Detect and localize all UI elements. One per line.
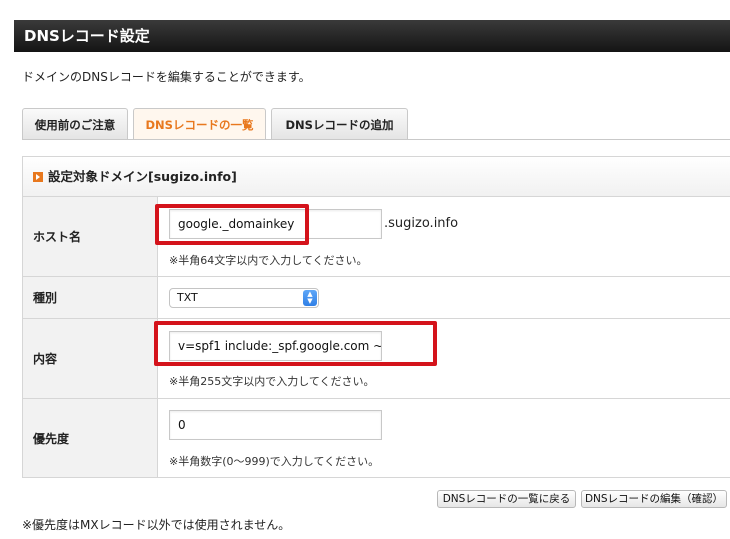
priority-field-cell: 0 ※半角数字(0〜999)で入力してください。	[158, 399, 730, 477]
target-domain-label: 設定対象ドメイン[sugizo.info]	[48, 169, 237, 184]
back-to-list-button[interactable]: DNSレコードの一覧に戻る	[437, 490, 576, 508]
confirm-edit-button[interactable]: DNSレコードの編集（確認）	[581, 490, 727, 508]
content-hint: ※半角255文字以内で入力してください。	[169, 375, 375, 388]
select-stepper-icon: ▲ ▼	[303, 290, 317, 306]
tab-add-record[interactable]: DNSレコードの追加	[271, 108, 408, 140]
host-hint: ※半角64文字以内で入力してください。	[169, 254, 368, 267]
type-label: 種別	[23, 277, 158, 318]
type-row: 種別 TXT ▲ ▼	[23, 277, 730, 319]
panel-title: 設定対象ドメイン[sugizo.info]	[23, 157, 730, 197]
priority-row: 優先度 0 ※半角数字(0〜999)で入力してください。	[23, 399, 730, 477]
type-select-value: TXT	[177, 291, 198, 304]
content-highlight-box	[154, 321, 437, 366]
priority-footnote: ※優先度はMXレコード以外では使用されません。	[22, 518, 291, 532]
type-select[interactable]: TXT ▲ ▼	[169, 288, 319, 308]
priority-input[interactable]: 0	[169, 410, 382, 440]
priority-label: 優先度	[23, 399, 158, 477]
type-field-cell: TXT ▲ ▼	[158, 277, 730, 318]
host-row: ホスト名 google._domainkey .sugizo.info ※半角6…	[23, 197, 730, 277]
tab-divider	[22, 139, 730, 140]
page-title: DNSレコード設定	[14, 20, 730, 52]
priority-hint: ※半角数字(0〜999)で入力してください。	[169, 455, 380, 468]
content-label: 内容	[23, 319, 158, 398]
arrow-bullet-icon	[33, 172, 43, 182]
domain-suffix: .sugizo.info	[384, 216, 459, 231]
host-highlight-box	[155, 204, 309, 245]
record-form-panel: 設定対象ドメイン[sugizo.info] ホスト名 google._domai…	[22, 156, 730, 478]
tab-record-list[interactable]: DNSレコードの一覧	[133, 108, 266, 140]
tab-precautions[interactable]: 使用前のご注意	[22, 108, 128, 140]
intro-text: ドメインのDNSレコードを編集することができます。	[22, 70, 311, 84]
host-label: ホスト名	[23, 197, 158, 276]
